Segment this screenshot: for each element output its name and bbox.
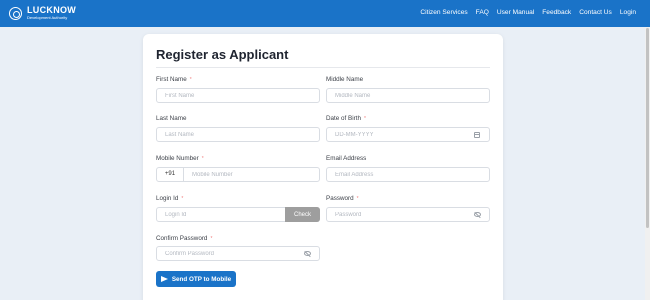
nav-citizen-services[interactable]: Citizen Services <box>420 9 467 16</box>
nav-faq[interactable]: FAQ <box>476 9 489 16</box>
brand-title: LUCKNOW <box>27 5 77 15</box>
brand[interactable]: LUCKNOW Development Authority <box>9 6 76 20</box>
login-id-field[interactable]: Check <box>156 207 320 222</box>
mobile-label: Mobile Number * <box>156 155 204 162</box>
login-id-input[interactable] <box>157 208 284 221</box>
mobile-input[interactable] <box>184 168 319 181</box>
middle-name-input[interactable] <box>327 89 489 102</box>
middle-name-label: Middle Name <box>326 76 364 83</box>
required-mark: * <box>189 77 192 83</box>
last-name-label: Last Name <box>156 115 187 122</box>
confirm-password-label: Confirm Password * <box>156 235 213 242</box>
top-navbar: LUCKNOW Development Authority Citizen Se… <box>0 0 650 27</box>
country-code: +91 <box>157 168 184 181</box>
brand-subtitle: Development Authority <box>27 15 68 20</box>
send-icon <box>160 276 168 282</box>
dob-label: Date of Birth * <box>326 115 366 122</box>
mobile-field[interactable]: +91 <box>156 167 320 182</box>
login-id-label: Login Id * <box>156 195 184 202</box>
registration-card: Register as Applicant First Name* Middle… <box>143 34 503 300</box>
email-input[interactable] <box>327 168 489 181</box>
nav-user-manual[interactable]: User Manual <box>497 9 534 16</box>
nav-feedback[interactable]: Feedback <box>542 9 571 16</box>
send-otp-label: Send OTP to Mobile <box>171 275 232 283</box>
dob-input[interactable] <box>327 128 489 141</box>
first-name-label: First Name * <box>156 76 192 83</box>
nav-contact-us[interactable]: Contact Us <box>579 9 612 16</box>
eye-off-icon[interactable] <box>304 251 311 256</box>
nav-login[interactable]: Login <box>620 9 636 16</box>
middle-name-field[interactable] <box>326 88 490 103</box>
required-mark: * <box>181 196 184 202</box>
dob-field[interactable] <box>326 127 490 142</box>
page-title: Register as Applicant <box>156 47 289 62</box>
confirm-password-input[interactable] <box>157 247 319 260</box>
scrollbar-thumb[interactable] <box>646 28 649 228</box>
required-mark: * <box>201 156 204 162</box>
password-field[interactable] <box>326 207 490 222</box>
first-name-input[interactable] <box>157 89 319 102</box>
required-mark: * <box>356 196 359 202</box>
first-name-field[interactable] <box>156 88 320 103</box>
calendar-icon[interactable] <box>474 132 480 138</box>
required-mark: * <box>364 116 366 122</box>
required-mark: * <box>210 236 213 242</box>
main-nav: Citizen Services FAQ User Manual Feedbac… <box>420 9 636 16</box>
last-name-input[interactable] <box>157 128 319 141</box>
confirm-password-field[interactable] <box>156 246 320 261</box>
logo-icon <box>9 6 22 20</box>
password-label: Password * <box>326 195 359 202</box>
divider <box>156 67 490 68</box>
last-name-field[interactable] <box>156 127 320 142</box>
email-field[interactable] <box>326 167 490 182</box>
check-button[interactable]: Check <box>285 207 320 222</box>
eye-off-icon[interactable] <box>474 212 481 217</box>
email-label: Email Address <box>326 155 367 162</box>
send-otp-button[interactable]: Send OTP to Mobile <box>156 271 236 287</box>
password-input[interactable] <box>327 208 489 221</box>
